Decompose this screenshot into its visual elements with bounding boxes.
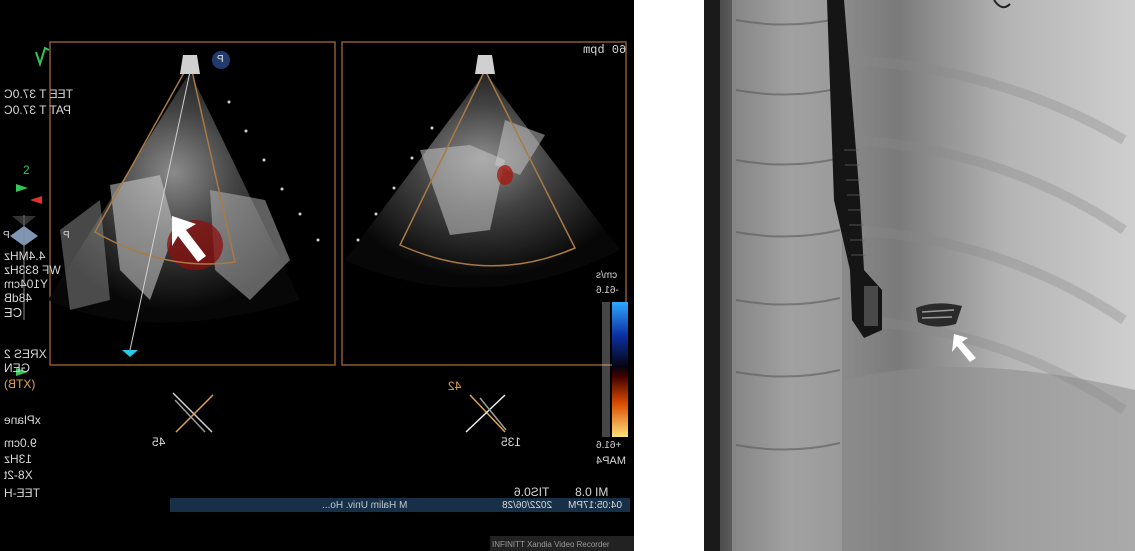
- recorder-label: INFINITT Xandia Video Recorder: [492, 540, 610, 549]
- left-probe-apex: [180, 55, 200, 74]
- date-label: 2022/06/28: [502, 500, 553, 511]
- cursor-triangle: [122, 350, 138, 357]
- angle-right-top-label: 42: [448, 379, 462, 393]
- side-letter-left: P: [3, 230, 10, 241]
- scale-bottom-value: +61.6: [596, 440, 622, 451]
- image-divider: [634, 0, 704, 551]
- ce-label: CE: [4, 305, 23, 320]
- freq-line-2: Y104cm: [4, 277, 49, 291]
- xres-label: XRES 2: [4, 347, 47, 361]
- freq-line-3: 48dB: [4, 291, 33, 305]
- angle-right-label: 135: [501, 435, 522, 449]
- scale-unit-label: cm/s: [596, 270, 618, 281]
- ecg-tick-icon: [35, 46, 50, 68]
- angle-icon-right: [465, 394, 507, 433]
- tee-temp-label: TEE T 37.0C: [4, 87, 73, 101]
- scale-number-label: 2: [23, 163, 30, 177]
- xtb-label: (XTB): [4, 377, 36, 391]
- preset-label: TEE-H: [4, 486, 40, 500]
- tis-label: TIS0.6: [514, 485, 550, 499]
- echo-panel: 60 bpm P TEE T 37.0C PAT T 37.0C 2 P P 4…: [0, 0, 634, 551]
- angle-icon-left: [172, 392, 214, 433]
- pat-temp-label: PAT T 37.0C: [4, 103, 71, 117]
- occluder-device-icon: [916, 303, 962, 327]
- heart-rate-label: 60 bpm: [583, 43, 627, 57]
- p-marker-label: P: [217, 54, 224, 65]
- depth-label: 9.0cm: [4, 436, 37, 450]
- gen-label: GEN: [4, 361, 31, 375]
- fluoroscopy-graphics: [704, 0, 1135, 551]
- right-probe-apex: [475, 55, 495, 74]
- time-label: 04:05:17PM: [568, 500, 622, 511]
- xplane-label: xPlane: [4, 413, 41, 427]
- scale-top-value: -61.6: [596, 285, 619, 296]
- patient-label: M Halim Univ. Ho...: [322, 500, 408, 511]
- mi-label: MI 0.8: [575, 485, 609, 499]
- framerate-label: 13Hz: [4, 452, 33, 466]
- freq-line-0: 4.4MHz: [4, 249, 46, 263]
- freq-line-1: WF 833Hz: [4, 263, 61, 277]
- spine-column: [732, 0, 842, 551]
- side-letter-right: P: [63, 230, 70, 241]
- fluoroscopy-panel: [704, 0, 1135, 551]
- probe-label: X8-2t: [4, 468, 33, 482]
- velocity-color-scale: [612, 302, 628, 437]
- red-marker-icon: [30, 196, 42, 204]
- angle-left-label: 45: [152, 435, 166, 449]
- echo-graphics: [10, 41, 634, 551]
- green-marker-icon: [16, 184, 28, 192]
- scale-map-label: MAP4: [596, 455, 626, 467]
